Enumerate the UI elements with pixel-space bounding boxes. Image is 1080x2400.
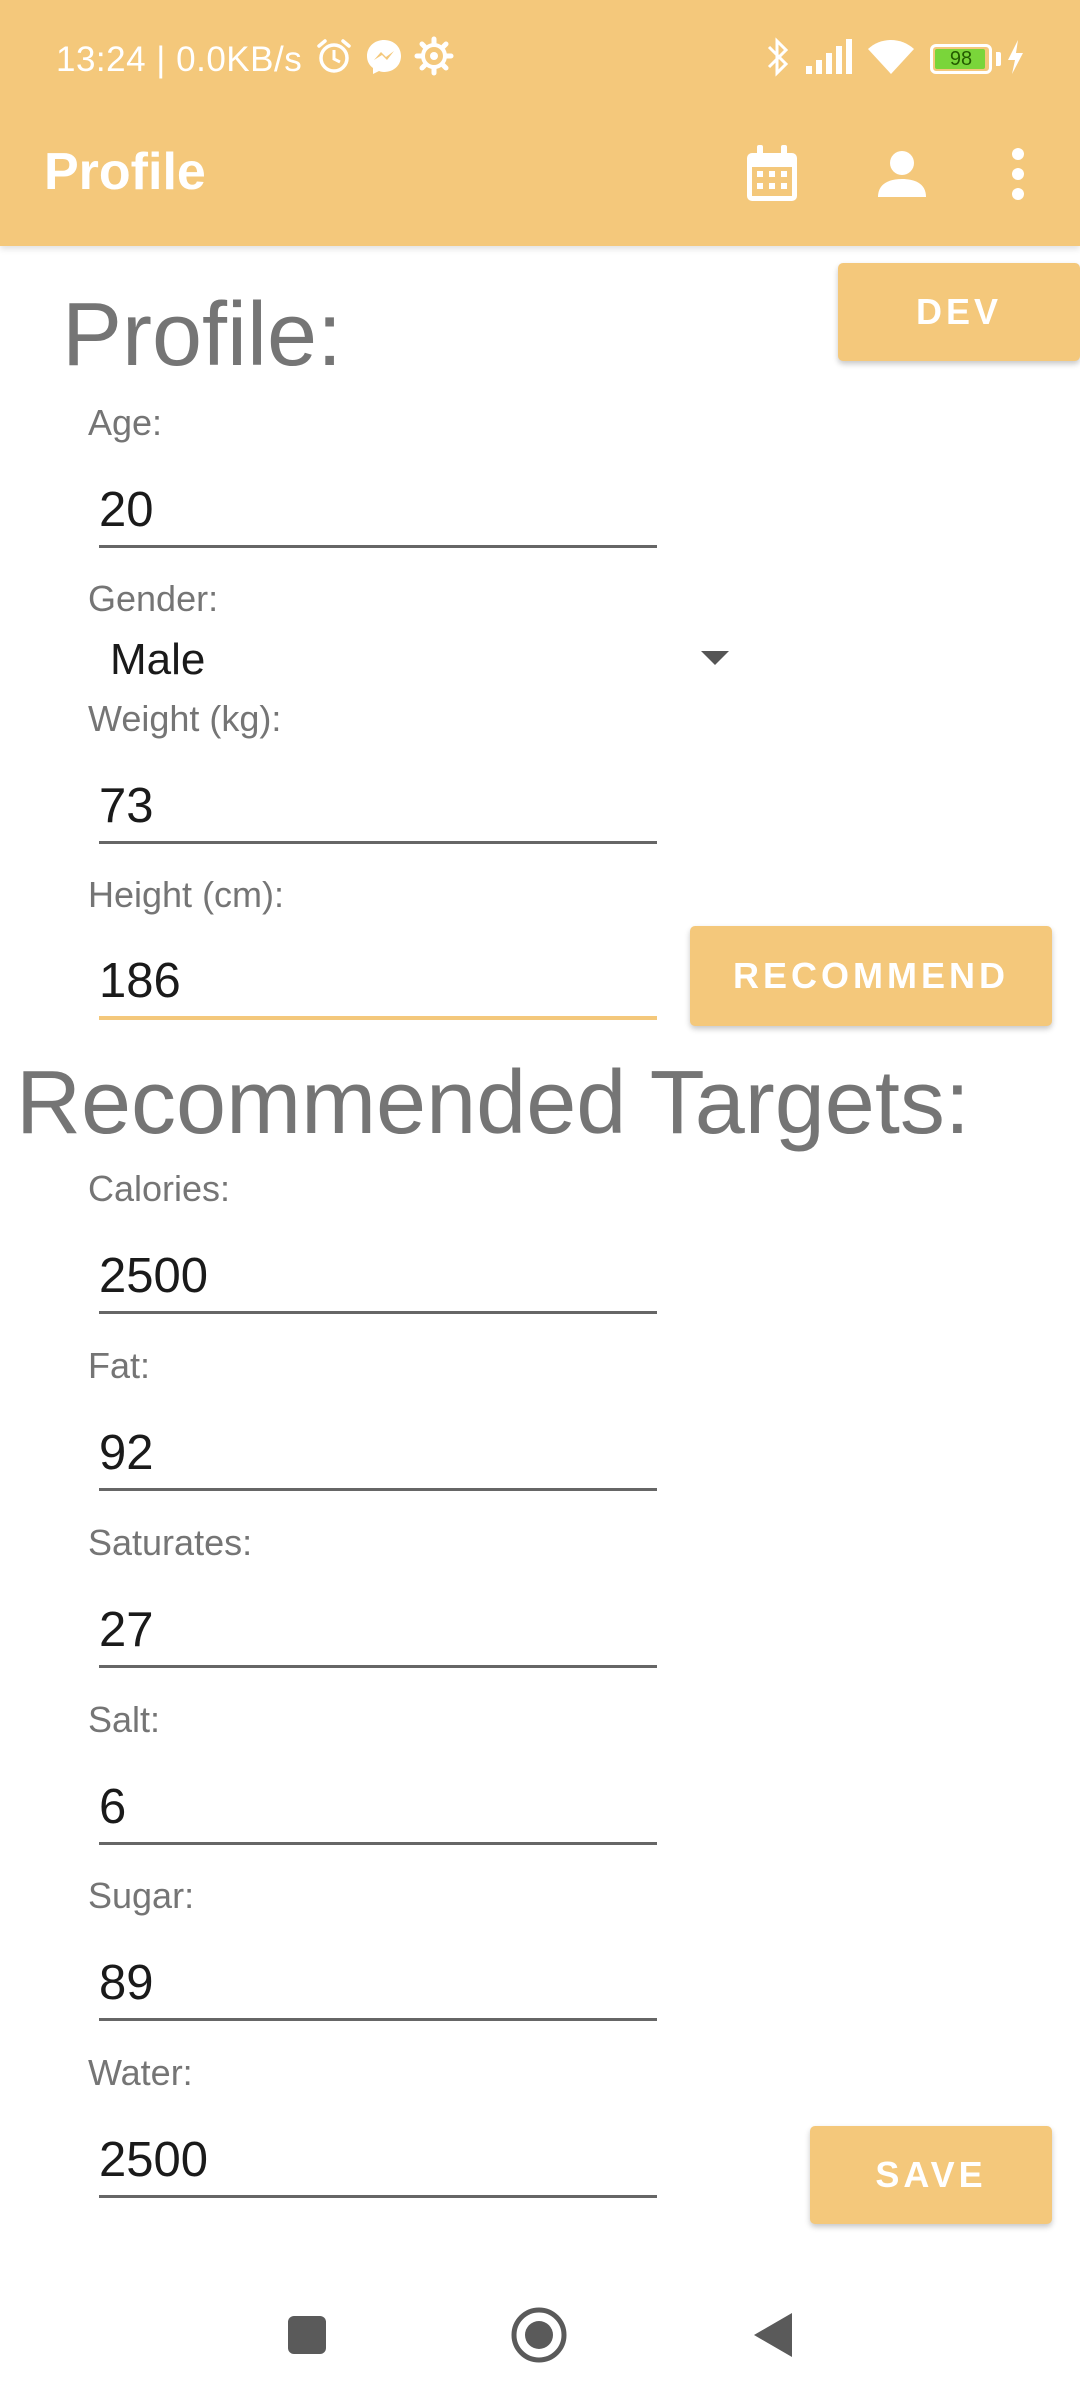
calories-field-container: [99, 1240, 657, 1314]
height-field[interactable]: [99, 946, 657, 1016]
messenger-icon: [364, 36, 404, 76]
dev-button[interactable]: DEV: [838, 263, 1080, 361]
back-button[interactable]: [738, 2302, 808, 2372]
height-field-container: [99, 946, 657, 1020]
calendar-icon: [743, 143, 801, 210]
age-field-container: [99, 474, 657, 548]
alarm-icon: [314, 36, 354, 76]
sugar-label: Sugar:: [88, 1875, 195, 1916]
targets-heading: Recommended Targets:: [16, 1053, 970, 1153]
fat-field[interactable]: [99, 1417, 657, 1488]
page-title: Profile: [44, 143, 206, 201]
saturates-field[interactable]: [99, 1594, 657, 1665]
battery-level: 98: [949, 48, 973, 70]
calories-label: Calories:: [88, 1168, 231, 1209]
status-time-speed: 13:24 | 0.0KB/s: [56, 40, 303, 79]
save-button[interactable]: SAVE: [810, 2126, 1052, 2224]
water-field[interactable]: [99, 2124, 657, 2195]
recommend-button[interactable]: RECOMMEND: [690, 926, 1052, 1026]
weight-field-container: [99, 770, 657, 844]
fat-field-container: [99, 1417, 657, 1491]
dropdown-arrow-icon: [700, 649, 730, 672]
saturates-field-container: [99, 1594, 657, 1668]
overflow-menu-button[interactable]: [978, 136, 1058, 216]
gender-value: Male: [110, 635, 206, 684]
back-icon: [752, 2311, 794, 2364]
sugar-field[interactable]: [99, 1947, 657, 2018]
more-vert-icon: [1010, 147, 1026, 206]
status-bar: 13:24 | 0.0KB/s 98: [0, 0, 1080, 122]
recents-icon: [287, 2315, 327, 2360]
salt-field[interactable]: [99, 1771, 657, 1842]
age-label: Age:: [88, 402, 163, 443]
home-button[interactable]: [504, 2302, 574, 2372]
gender-select[interactable]: Male: [110, 630, 730, 690]
settings-icon: [414, 36, 454, 76]
system-nav-bar: [0, 2272, 1080, 2400]
weight-label: Weight (kg):: [88, 698, 282, 739]
age-field[interactable]: [99, 474, 657, 545]
salt-field-container: [99, 1771, 657, 1845]
profile-heading: Profile:: [62, 285, 343, 385]
wifi-icon: [866, 36, 916, 78]
water-field-container: [99, 2124, 657, 2198]
person-icon: [875, 147, 929, 206]
home-icon: [510, 2306, 568, 2369]
charging-icon: [1004, 36, 1026, 78]
calendar-button[interactable]: [732, 136, 812, 216]
height-label: Height (cm):: [88, 874, 285, 915]
sugar-field-container: [99, 1947, 657, 2021]
fat-label: Fat:: [88, 1345, 151, 1386]
signal-icon: [804, 36, 856, 78]
gender-label: Gender:: [88, 578, 219, 619]
calories-field[interactable]: [99, 1240, 657, 1311]
app-bar: 13:24 | 0.0KB/s 98 Profile: [0, 0, 1080, 246]
battery-icon: 98: [930, 44, 992, 74]
weight-field[interactable]: [99, 770, 657, 841]
profile-button[interactable]: [862, 136, 942, 216]
water-label: Water:: [88, 2052, 193, 2093]
bluetooth-icon: [764, 36, 792, 78]
salt-label: Salt:: [88, 1699, 161, 1740]
recents-button[interactable]: [272, 2302, 342, 2372]
saturates-label: Saturates:: [88, 1522, 253, 1563]
